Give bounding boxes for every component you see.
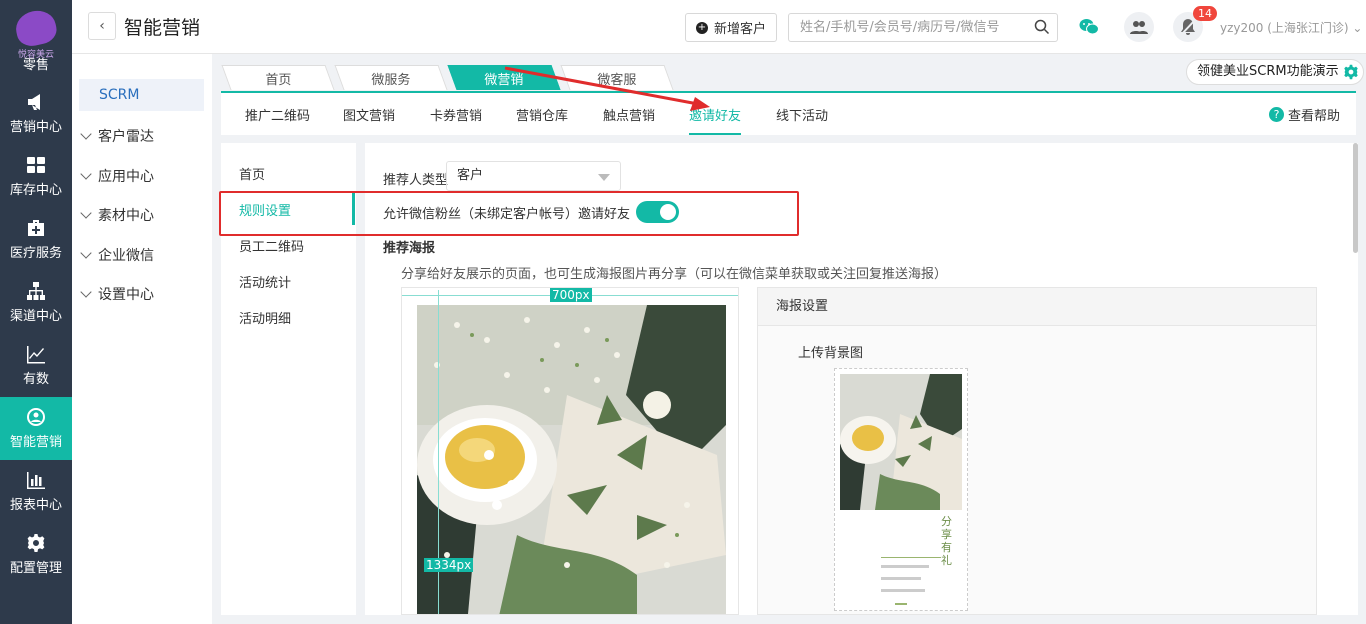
- secnav-group-material-center[interactable]: 素材中心: [80, 205, 154, 225]
- thumbnail-accent: [895, 603, 907, 605]
- thumbnail-divider: [881, 557, 941, 558]
- search-input[interactable]: [788, 13, 1058, 42]
- nav-item-inventory[interactable]: 库存中心: [0, 145, 72, 208]
- poster-settings-header: 海报设置: [758, 288, 1316, 326]
- content-scrollbar[interactable]: [1353, 143, 1358, 253]
- plus-icon: +: [695, 21, 708, 34]
- nav-item-retail[interactable]: 零售: [0, 54, 72, 82]
- referrer-type-label: 推荐人类型: [383, 173, 449, 188]
- allow-fans-label: 允许微信粉丝（未绑定客户帐号）邀请好友: [383, 207, 631, 222]
- thumbnail-text-line: [881, 577, 921, 580]
- smart-icon: [27, 408, 45, 426]
- medkit-icon: [28, 220, 44, 236]
- poster-title: 推荐海报: [383, 241, 436, 256]
- main-sidebar: 悦容美云 零售 营销中心 库存中心 医疗服务 渠道中心 有数 智能营销 报表中心…: [0, 0, 72, 624]
- feature-menu: 首页 规则设置 员工二维码 活动统计 活动明细: [221, 143, 356, 615]
- back-button[interactable]: ‹: [88, 12, 116, 40]
- secnav-group-settings-center[interactable]: 设置中心: [80, 284, 154, 304]
- nav-item-channel[interactable]: 渠道中心: [0, 271, 72, 334]
- subtab-article-marketing[interactable]: 图文营销: [343, 105, 395, 124]
- chevron-down-icon: [80, 247, 92, 259]
- referrer-type-select[interactable]: 客户: [446, 161, 621, 191]
- chevron-down-icon: [80, 207, 92, 219]
- nav-item-data[interactable]: 有数: [0, 334, 72, 397]
- toggle-knob: [660, 204, 676, 220]
- hierarchy-icon: [27, 282, 45, 300]
- secondary-sidebar: SCRM 客户雷达 应用中心 素材中心 企业微信 设置中心: [72, 54, 212, 624]
- secnav-group-app-center[interactable]: 应用中心: [80, 166, 154, 186]
- active-indicator: [352, 191, 355, 225]
- gear-icon: [1343, 64, 1358, 80]
- tab-micro-marketing[interactable]: 微营销: [447, 65, 561, 90]
- chevron-down-icon: [80, 286, 92, 298]
- subtab-marketing-warehouse[interactable]: 营销仓库: [516, 105, 568, 124]
- thumbnail-title: 分享有礼: [941, 515, 952, 567]
- user-menu[interactable]: yzy200 (上海张江门诊) ⌄: [1220, 19, 1362, 36]
- caret-down-icon: [598, 174, 610, 181]
- add-customer-button[interactable]: + 新增客户: [685, 13, 777, 42]
- menu-item-activity-details[interactable]: 活动明细: [239, 308, 291, 327]
- allow-fans-toggle[interactable]: [636, 201, 679, 223]
- gear-icon: [27, 534, 45, 552]
- bar-chart-icon: [27, 472, 45, 489]
- rule-settings-panel: 推荐人类型 客户 允许微信粉丝（未绑定客户帐号）邀请好友 推荐海报 分享给好友展…: [365, 143, 1358, 615]
- chevron-down-icon: [80, 128, 92, 140]
- secnav-group-customer-radar[interactable]: 客户雷达: [80, 126, 154, 146]
- help-icon: ?: [1268, 107, 1284, 122]
- tab-micro-support[interactable]: 微客服: [560, 65, 674, 90]
- poster-settings-panel: 海报设置 上传背景图 分享有礼: [757, 287, 1317, 615]
- trend-icon: [27, 346, 45, 364]
- subtab-offline-activity[interactable]: 线下活动: [776, 105, 828, 124]
- customer-group-icon[interactable]: [1124, 12, 1154, 42]
- menu-item-staff-qrcode[interactable]: 员工二维码: [239, 236, 304, 255]
- thumbnail-text-line: [881, 565, 929, 568]
- grid-icon: [27, 157, 45, 173]
- tab-home[interactable]: 首页: [221, 65, 335, 90]
- subtab-touchpoint-marketing[interactable]: 触点营销: [603, 105, 655, 124]
- nav-item-reports[interactable]: 报表中心: [0, 460, 72, 523]
- poster-description: 分享给好友展示的页面，也可生成海报图片再分享（可以在微信菜单获取或关注回复推送海…: [401, 267, 948, 282]
- nav-item-marketing-center[interactable]: 营销中心: [0, 82, 72, 145]
- menu-item-activity-stats[interactable]: 活动统计: [239, 272, 291, 291]
- secnav-group-enterprise-wechat[interactable]: 企业微信: [80, 245, 154, 265]
- menu-item-rule-settings[interactable]: 规则设置: [239, 200, 291, 219]
- nav-item-smart-marketing[interactable]: 智能营销: [0, 397, 72, 460]
- help-link[interactable]: ? 查看帮助: [1268, 105, 1340, 124]
- poster-preview[interactable]: 700px 1334px: [401, 287, 739, 615]
- page-title: 智能营销: [124, 17, 201, 39]
- wechat-icon[interactable]: [1074, 12, 1104, 42]
- notification-badge: 14: [1193, 6, 1217, 21]
- nav-item-config[interactable]: 配置管理: [0, 523, 72, 586]
- module-tabs: 首页 微服务 微营销 微客服 领健美业SCRM功能演示: [212, 54, 1366, 90]
- logo-icon: [12, 6, 60, 49]
- subtab-coupon-marketing[interactable]: 卡券营销: [430, 105, 482, 124]
- subtab-invite-friends[interactable]: 邀请好友: [689, 105, 742, 135]
- search-icon[interactable]: [1034, 19, 1050, 35]
- height-dimension-label: 1334px: [424, 558, 474, 572]
- nav-item-medical[interactable]: 医疗服务: [0, 208, 72, 271]
- thumbnail-image: [840, 374, 962, 510]
- menu-item-home[interactable]: 首页: [239, 164, 265, 183]
- megaphone-icon: [28, 94, 40, 110]
- chevron-down-icon: [80, 168, 92, 180]
- thumbnail-text-line: [881, 589, 925, 592]
- upload-background-label: 上传背景图: [798, 346, 864, 361]
- top-bar: ‹ 智能营销 + 新增客户 14 yzy200 (上海张江门诊) ⌄: [72, 0, 1366, 54]
- background-thumbnail[interactable]: 分享有礼: [834, 368, 968, 611]
- demo-switch-button[interactable]: 领健美业SCRM功能演示: [1186, 59, 1364, 85]
- secnav-item-scrm[interactable]: SCRM: [79, 79, 204, 111]
- width-dimension-label: 700px: [550, 288, 592, 302]
- subtab-qr-code[interactable]: 推广二维码: [245, 105, 310, 124]
- tab-micro-service[interactable]: 微服务: [334, 65, 448, 90]
- feature-tabs: 推广二维码 图文营销 卡券营销 营销仓库 触点营销 邀请好友 线下活动 ? 查看…: [221, 91, 1356, 135]
